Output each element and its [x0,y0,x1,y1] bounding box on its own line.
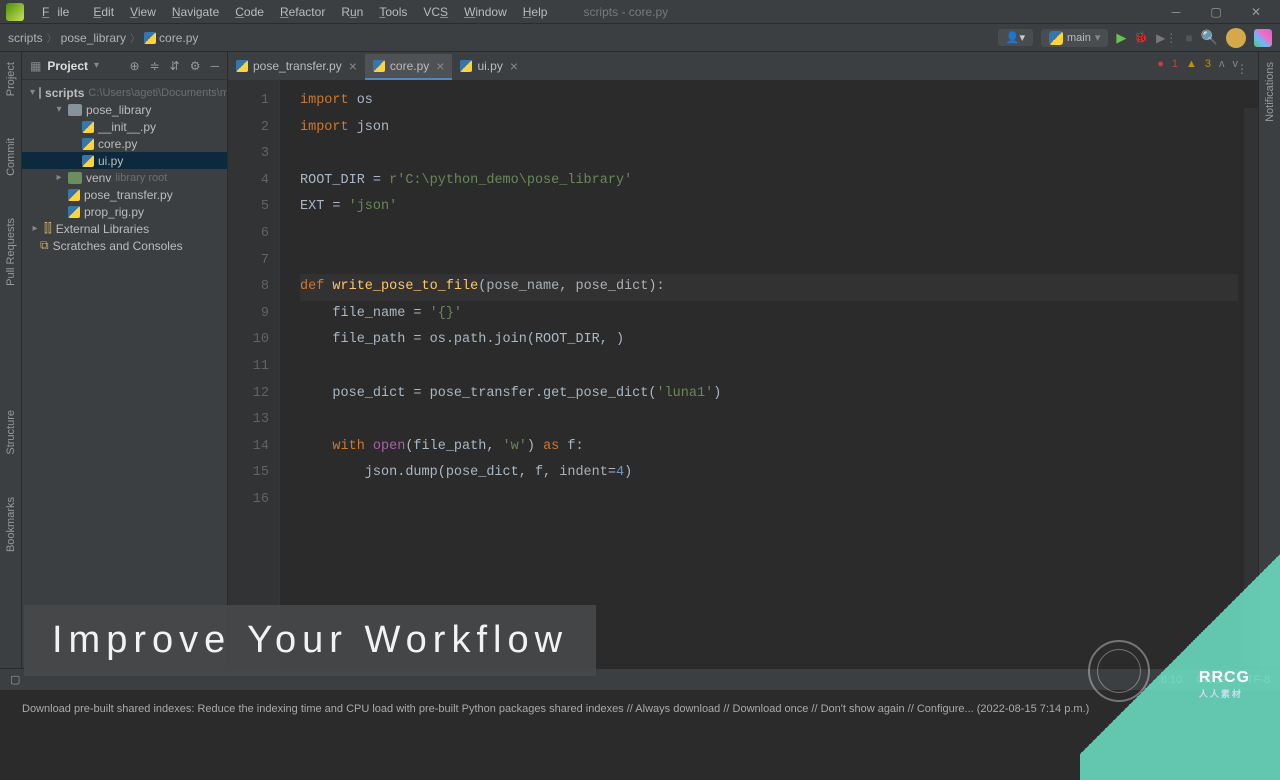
tree-file-init[interactable]: __init__.py [22,118,227,135]
tree-folder-venv[interactable]: ▸ venv library root [22,169,227,186]
chevron-up-icon[interactable]: ʌ [1219,58,1225,70]
menu-vcs[interactable]: VCS [415,5,456,19]
breadcrumb-file[interactable]: core.py [159,31,198,45]
editor-gutter: 12345678910111213141516 [228,80,280,668]
menu-window[interactable]: Window [456,5,515,19]
module-icon [39,87,41,99]
nav-bar: scripts 〉 pose_library 〉 core.py 👤▾ main… [0,24,1280,52]
menu-edit[interactable]: Edit [85,5,122,19]
menu-run[interactable]: Run [333,5,371,19]
tree-root[interactable]: ▾ scripts C:\Users\ageti\Documents\ma... [22,84,227,101]
tree-external-libraries[interactable]: ▸ ⫿⫿ External Libraries [22,220,227,237]
tab-core[interactable]: core.py× [365,54,453,80]
warning-icon: ▲ [1186,58,1197,70]
run-more-button[interactable]: ▶⋮ [1156,31,1177,45]
select-opened-file-icon[interactable]: ⊕ [130,59,140,73]
status-tip[interactable]: Download pre-built shared indexes: Reduc… [22,698,1089,720]
settings-icon[interactable]: ⚙ [190,59,201,73]
chevron-right-icon: ▸ [54,172,64,183]
left-rail-bottom: Structure Bookmarks [0,400,22,558]
python-file-icon [82,121,94,133]
menu-view[interactable]: View [122,5,164,19]
python-file-icon [68,189,80,201]
add-config-button[interactable]: 👤▾ [998,29,1033,46]
python-file-icon [82,155,94,167]
chevron-down-icon[interactable]: v [1233,58,1239,70]
menu-code[interactable]: Code [227,5,272,19]
chevron-down-icon: ▾ [30,87,35,98]
expand-all-icon[interactable]: ≑ [150,59,160,73]
window-maximize-button[interactable]: ▢ [1198,0,1234,24]
rail-notifications[interactable]: Notifications [1264,56,1276,128]
run-button[interactable]: ▶ [1116,30,1126,46]
tree-file-ui[interactable]: ui.py [22,152,227,169]
search-button[interactable]: 🔍 [1201,29,1218,46]
tree-folder-pose-library[interactable]: ▾ pose_library [22,101,227,118]
close-icon[interactable]: × [508,58,518,74]
window-close-button[interactable]: ✕ [1238,0,1274,24]
debug-button[interactable]: 🐞 [1134,31,1148,44]
overlay-caption: Improve Your Workflow [24,605,596,676]
app-logo-icon [6,3,24,21]
python-icon [1049,31,1063,45]
close-icon[interactable]: × [347,58,357,74]
tool-window-button[interactable]: ▢ [10,673,20,686]
stop-button[interactable]: ■ [1185,31,1192,45]
chevron-right-icon: 〉 [126,30,144,45]
inspection-widget[interactable]: ●1 ▲3 ʌ v [1157,58,1238,70]
rail-commit[interactable]: Commit [5,132,17,182]
rail-project[interactable]: Project [5,56,17,102]
window-minimize-button[interactable]: ─ [1158,0,1194,24]
menu-tools[interactable]: Tools [371,5,415,19]
python-file-icon [144,32,156,44]
collapse-all-icon[interactable]: ⇵ [170,59,180,73]
tree-scratches[interactable]: ⧉ Scratches and Consoles [22,237,227,254]
code-with-me-icon[interactable] [1254,29,1272,47]
corner-circle-icon [1088,640,1150,702]
project-tool-title: Project [47,59,88,73]
corner-brand: RRCG 人人素材 [1199,669,1250,700]
window-title: scripts - core.py [575,5,676,19]
rail-structure[interactable]: Structure [5,404,17,461]
breadcrumb-folder[interactable]: pose_library [61,31,126,45]
tab-pose-transfer[interactable]: pose_transfer.py× [228,54,365,80]
menu-bar: File Edit View Navigate Code Refactor Ru… [0,0,1280,24]
python-file-icon [373,60,385,72]
python-file-icon [460,60,472,72]
error-icon: ● [1157,58,1164,70]
chevron-right-icon: 〉 [43,30,61,45]
python-file-icon [236,60,248,72]
python-file-icon [68,206,80,218]
tree-file-pose-transfer[interactable]: pose_transfer.py [22,186,227,203]
chevron-down-icon: ▾ [54,104,64,115]
chevron-right-icon: ▸ [30,223,40,234]
close-icon[interactable]: × [434,58,444,74]
folder-icon [68,104,82,116]
user-avatar-icon[interactable] [1226,28,1246,48]
project-tool-header: ▦ Project ▾ ⊕ ≑ ⇵ ⚙ ─ [22,52,227,80]
editor-tabs: pose_transfer.py× core.py× ui.py× ⋮ [228,52,1258,80]
menu-help[interactable]: Help [515,5,556,19]
tab-ui[interactable]: ui.py× [452,54,526,80]
run-config-dropdown[interactable]: main▾ [1041,29,1108,47]
breadcrumb-root[interactable]: scripts [8,31,43,45]
menu-file[interactable]: File [34,5,85,19]
hide-tool-icon[interactable]: ─ [210,59,219,73]
left-tool-rail: Project Commit Pull Requests [0,52,22,668]
tree-file-prop-rig[interactable]: prop_rig.py [22,203,227,220]
rail-pull-requests[interactable]: Pull Requests [5,212,17,292]
menu-navigate[interactable]: Navigate [164,5,227,19]
project-tool-window: ▦ Project ▾ ⊕ ≑ ⇵ ⚙ ─ ▾ scripts C:\Users… [22,52,228,668]
python-file-icon [82,138,94,150]
tree-file-core[interactable]: core.py [22,135,227,152]
menu-refactor[interactable]: Refactor [272,5,333,19]
folder-library-icon [68,172,82,184]
rail-bookmarks[interactable]: Bookmarks [5,491,17,558]
